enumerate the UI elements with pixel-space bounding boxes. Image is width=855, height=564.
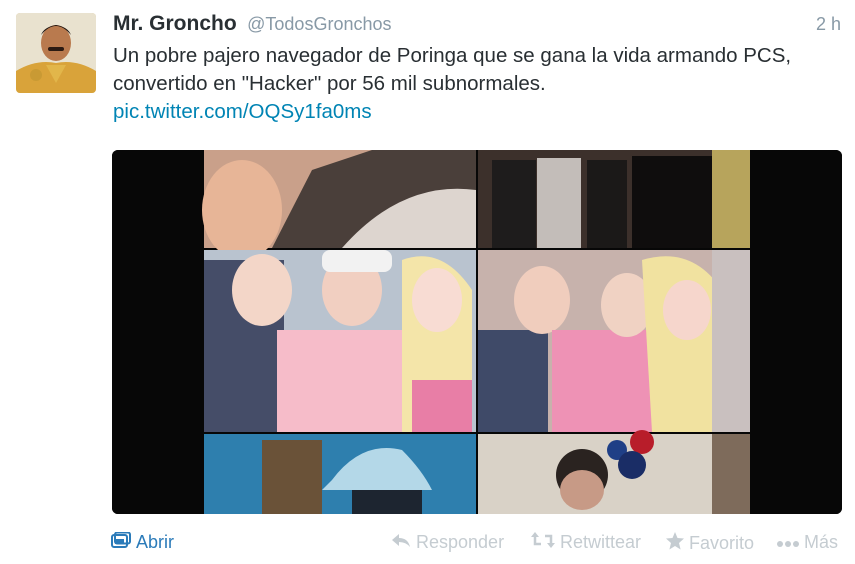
- more-label: Más: [804, 532, 839, 552]
- reply-arrow-icon: [391, 532, 411, 553]
- tweet-timestamp[interactable]: 2 h: [816, 14, 841, 35]
- open-label: Abrir: [136, 532, 175, 552]
- reply-action[interactable]: Responder: [391, 532, 504, 553]
- retweet-icon: [531, 532, 555, 553]
- dots-icon: [777, 532, 799, 553]
- tweet-photo[interactable]: [112, 150, 842, 514]
- favorite-label: Favorito: [689, 533, 755, 553]
- tweet-text: Un pobre pajero navegador de Poringa que…: [113, 44, 792, 95]
- author-name[interactable]: Mr. Groncho: [113, 12, 237, 35]
- author-handle[interactable]: @TodosGronchos: [247, 14, 391, 34]
- favorite-action[interactable]: Favorito: [666, 532, 754, 555]
- media-card-icon: [111, 531, 131, 553]
- open-action[interactable]: Abrir: [111, 531, 175, 553]
- star-icon: [666, 532, 684, 555]
- retweet-label: Retwittear: [560, 532, 642, 552]
- tweet-actions: Abrir Responder Retwittear Favorito Más: [0, 531, 855, 558]
- reply-label: Responder: [416, 532, 505, 552]
- tweet-header: Mr. Groncho @TodosGronchos 2 h: [113, 12, 841, 38]
- tweet-media-link[interactable]: pic.twitter.com/OQSy1fa0ms: [113, 100, 372, 124]
- author-avatar[interactable]: [16, 13, 96, 93]
- retweet-action[interactable]: Retwittear: [531, 532, 641, 553]
- more-action[interactable]: Más: [777, 532, 838, 553]
